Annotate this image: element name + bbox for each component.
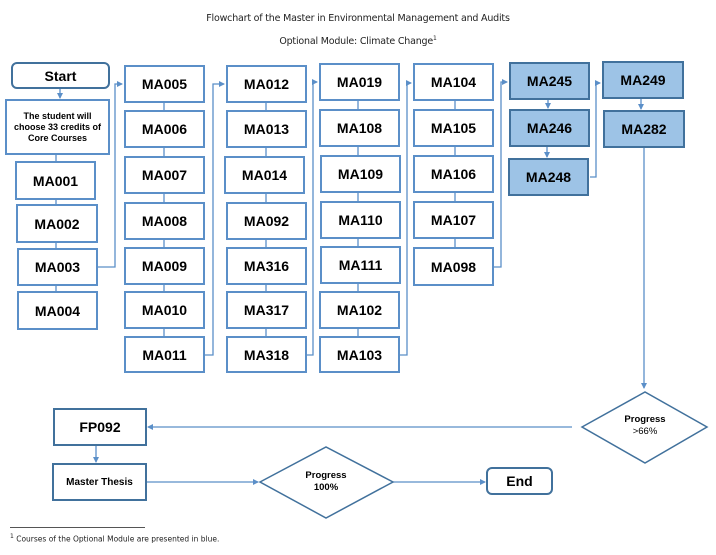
- optional-course-box: MA245: [509, 62, 590, 100]
- course-box: MA111: [320, 246, 401, 284]
- course-box: MA316: [226, 247, 307, 285]
- course-box: MA110: [320, 201, 401, 239]
- course-box: MA317: [226, 291, 307, 329]
- course-box: MA013: [226, 110, 307, 148]
- optional-course-box: MA282: [603, 110, 685, 148]
- optional-course-box: MA248: [508, 158, 589, 196]
- decision-label-line1: Progress: [305, 470, 347, 481]
- arrow-col3-col4: [307, 79, 318, 356]
- course-box: MA009: [124, 247, 205, 285]
- course-box: MA109: [320, 155, 401, 193]
- decision-progress-66: Progress >66%: [605, 414, 685, 438]
- end-node: End: [486, 467, 553, 495]
- arrow-col5-col6: [494, 79, 508, 268]
- arrow-col2-col3: [205, 81, 225, 356]
- course-box: MA001: [15, 161, 96, 200]
- footnote-text: Courses of the Optional Module are prese…: [16, 534, 220, 544]
- course-box: MA008: [124, 202, 205, 240]
- course-box: MA102: [319, 291, 400, 329]
- course-box: MA318: [226, 336, 307, 373]
- arrow-col6-col7: [590, 80, 601, 178]
- decision-progress-100: Progress 100%: [286, 470, 366, 494]
- optional-course-box: MA249: [602, 61, 684, 99]
- course-box: MA005: [124, 65, 205, 103]
- course-box: MA014: [224, 156, 305, 194]
- master-thesis-box: Master Thesis: [52, 463, 147, 501]
- optional-course-box: MA246: [509, 109, 590, 147]
- footnote: 1 Courses of the Optional Module are pre…: [10, 533, 219, 544]
- course-box: MA012: [226, 65, 307, 103]
- course-box: MA108: [319, 109, 400, 147]
- arrow-col4-col5: [400, 80, 412, 356]
- course-box: MA004: [17, 291, 98, 330]
- course-box: MA098: [413, 247, 494, 286]
- course-box: MA011: [124, 336, 205, 373]
- decision-label-line2: >66%: [632, 426, 658, 437]
- course-box: MA002: [16, 204, 98, 243]
- intro-node: The student will choose 33 credits of Co…: [5, 99, 110, 155]
- course-box: MA105: [413, 109, 494, 147]
- course-box: MA106: [413, 155, 494, 193]
- footnote-marker: 1: [10, 533, 14, 540]
- decision-label-line1: Progress: [624, 414, 666, 425]
- final-project-box: FP092: [53, 408, 147, 446]
- course-box: MA010: [124, 291, 205, 329]
- course-box: MA107: [413, 201, 494, 239]
- course-box: MA092: [226, 202, 307, 240]
- course-box: MA003: [17, 248, 98, 286]
- decision-label-line2: 100%: [313, 482, 339, 493]
- course-box: MA006: [124, 110, 205, 148]
- course-box: MA103: [319, 336, 400, 373]
- course-box: MA007: [124, 156, 205, 194]
- start-node: Start: [11, 62, 110, 89]
- footnote-divider: [10, 527, 145, 528]
- course-box: MA019: [319, 63, 400, 101]
- course-box: MA104: [413, 63, 494, 101]
